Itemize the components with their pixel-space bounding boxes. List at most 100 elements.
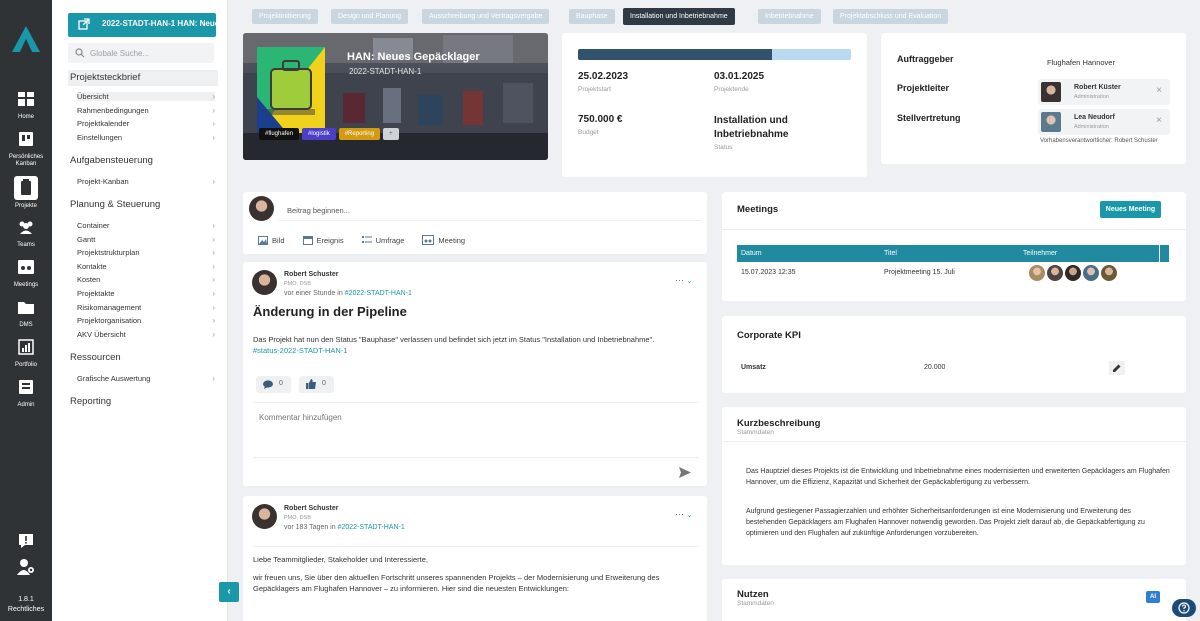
rail-home[interactable]: Home xyxy=(0,90,52,121)
nav-item[interactable]: Grafische Auswertung › xyxy=(77,374,215,383)
phase-tab[interactable]: Ausschreibung und Vertragsvergabe xyxy=(422,9,550,24)
project-tag[interactable]: #flughafen xyxy=(259,128,300,140)
project-switch-button[interactable]: 2022-STADT-HAN-1 HAN: Neues Gepäcklager xyxy=(68,13,216,37)
nav-item[interactable]: Projektorganisation › xyxy=(77,316,215,325)
nav-item[interactable]: Kosten › xyxy=(77,275,215,284)
search-icon xyxy=(75,48,85,58)
nav-item[interactable]: Rahmenbedingungen › xyxy=(77,106,215,115)
post-time: vor 183 Tagen in xyxy=(284,524,336,531)
nav-item[interactable]: Risikomanagement › xyxy=(77,303,215,312)
post-author-role: PMO, DSB xyxy=(284,281,311,287)
rail-portfolio[interactable]: Portfolio xyxy=(0,338,52,369)
app-version: 1.8.1 Rechtliches xyxy=(0,595,52,615)
rail-label: DMS xyxy=(19,322,33,328)
lead-chip[interactable]: Robert Küster Administration × xyxy=(1038,79,1170,105)
budget-label: Budget xyxy=(578,129,599,136)
phase-tab[interactable]: Bauphase xyxy=(569,9,615,24)
new-meeting-button[interactable]: Neues Meeting xyxy=(1100,201,1161,218)
column-participants[interactable]: Teilnehmer xyxy=(1023,245,1057,262)
remove-deputy-icon[interactable]: × xyxy=(1156,115,1162,126)
phase-tab[interactable]: Design und Planung xyxy=(331,9,409,24)
nav-item[interactable]: Container › xyxy=(77,221,215,230)
progress-bar-fill xyxy=(578,49,772,60)
nav-item[interactable]: AKV Übersicht › xyxy=(77,330,215,339)
nav-section-reporting[interactable]: Reporting xyxy=(70,396,111,407)
composer-input[interactable]: Beitrag beginnen... xyxy=(279,196,701,221)
composer-event-button[interactable]: Ereignis xyxy=(302,235,344,245)
remove-lead-icon[interactable]: × xyxy=(1156,85,1162,96)
version-number: 1.8.1 xyxy=(18,596,34,603)
meeting-icon xyxy=(422,235,435,245)
post-author[interactable]: Robert Schuster xyxy=(284,505,338,512)
column-title[interactable]: Titel xyxy=(884,245,897,262)
feed-post: Robert Schuster PMO, DSB vor einer Stund… xyxy=(243,262,707,486)
phase-tab[interactable]: Projektabschluss und Evaluation xyxy=(833,9,949,24)
table-row[interactable]: 15.07.2023 12:35 Projektmeeting 15. Juli xyxy=(737,264,1169,284)
nav-item[interactable]: Übersicht › xyxy=(77,92,215,101)
deputy-chip[interactable]: Lea Neudorf Administration × xyxy=(1038,109,1170,135)
nav-section-planung[interactable]: Planung & Steuerung xyxy=(70,199,160,210)
post-divider xyxy=(253,546,699,547)
phase-tab[interactable]: Inbetriebnahme xyxy=(758,9,821,24)
phase-tab[interactable]: Projektinitiierung xyxy=(252,9,318,24)
nav-item[interactable]: Projektstrukturplan › xyxy=(77,248,215,257)
help-icon xyxy=(1178,602,1190,614)
rail-meetings[interactable]: Meetings xyxy=(0,258,52,289)
app-logo[interactable] xyxy=(10,24,42,54)
composer-meeting-button[interactable]: Meeting xyxy=(422,235,465,245)
avatar xyxy=(1101,265,1117,281)
nav-item[interactable]: Kontakte › xyxy=(77,262,215,271)
rail-teams[interactable]: Teams xyxy=(0,218,52,249)
edit-kpi-button[interactable] xyxy=(1109,361,1125,375)
column-date[interactable]: Datum xyxy=(741,245,762,262)
budget-value: 750.000 € xyxy=(578,114,623,125)
feedback-icon[interactable] xyxy=(17,532,35,550)
chevron-right-icon: › xyxy=(212,261,215,271)
nav-item[interactable]: Gantt › xyxy=(77,235,215,244)
composer-image-button[interactable]: Bild xyxy=(258,235,285,245)
nav-item[interactable]: Projektkalender › xyxy=(77,119,215,128)
nav-item[interactable]: Projektakte › xyxy=(77,289,215,298)
project-tag[interactable]: #logistik xyxy=(302,128,336,140)
post-channel-link[interactable]: #2022-STADT-HAN-1 xyxy=(338,524,405,531)
post-more-button[interactable]: ··· ⌄ xyxy=(675,275,692,285)
rail-dms[interactable]: DMS xyxy=(0,298,52,329)
nav-item[interactable]: Einstellungen › xyxy=(77,133,215,142)
post-author-avatar xyxy=(252,270,277,295)
project-code: 2022-STADT-HAN-1 xyxy=(349,67,422,76)
rail-projects[interactable]: Projekte xyxy=(0,176,52,210)
nav-section-steckbrief[interactable]: Projektsteckbrief xyxy=(68,70,218,86)
comment-input[interactable]: Kommentar hinzufügen xyxy=(253,402,699,458)
nav-item[interactable]: Projekt-Kanban › xyxy=(77,177,215,186)
chevron-right-icon: › xyxy=(212,132,215,142)
post-more-button[interactable]: ··· ⌄ xyxy=(675,509,692,519)
help-button[interactable] xyxy=(1172,599,1196,617)
rail-kanban[interactable]: Persönliches Kanban xyxy=(0,130,52,168)
ai-assist-button[interactable]: AI xyxy=(1146,591,1160,603)
nav-section-aufgaben[interactable]: Aufgabensteuerung xyxy=(70,155,153,166)
home-icon xyxy=(18,92,34,106)
user-settings-icon[interactable] xyxy=(16,558,36,576)
rail-admin[interactable]: Admin xyxy=(0,378,52,409)
comment-count-button[interactable]: 0 xyxy=(256,376,291,393)
legal-link[interactable]: Rechtliches xyxy=(0,605,52,615)
deputy-role: Administration xyxy=(1074,124,1109,130)
post-body: Das Projekt hat nun den Status "Bauphase… xyxy=(253,334,693,356)
project-summary-card: 25.02.2023 Projektstart 03.01.2025 Proje… xyxy=(562,33,867,177)
composer-poll-button[interactable]: Umfrage xyxy=(361,235,404,245)
projects-icon xyxy=(14,176,38,200)
send-icon[interactable] xyxy=(679,467,691,478)
nav-section-ressourcen[interactable]: Ressourcen xyxy=(70,352,121,363)
phase-tab[interactable]: Installation und Inbetriebnahme xyxy=(623,8,735,25)
like-count-button[interactable]: 0 xyxy=(299,376,334,393)
rail-label: Admin xyxy=(17,402,35,408)
add-tag-button[interactable]: + xyxy=(383,128,399,140)
post-channel-link[interactable]: #2022-STADT-HAN-1 xyxy=(345,290,412,297)
post-hashtag[interactable]: #status-2022-STADT-HAN-1 xyxy=(253,346,347,355)
project-thumbnail xyxy=(257,47,325,133)
project-tag[interactable]: #Reporting xyxy=(338,128,381,140)
collapse-sidebar-button[interactable]: ‹ xyxy=(219,582,239,602)
global-search-input[interactable]: Globale Suche... xyxy=(68,43,214,63)
post-text: Das Projekt hat nun den Status "Bauphase… xyxy=(253,335,655,344)
post-author[interactable]: Robert Schuster xyxy=(284,271,338,278)
